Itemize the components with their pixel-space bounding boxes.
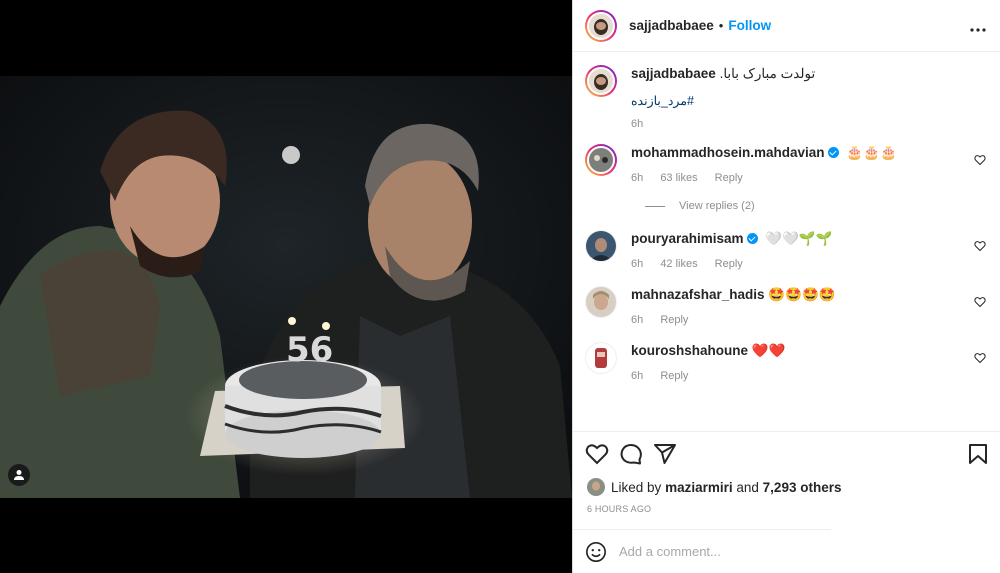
comment-avatar[interactable] bbox=[585, 144, 617, 176]
comment-text: 🤩🤩🤩🤩 bbox=[768, 287, 836, 302]
caption-hashtag[interactable]: #مرد_بازنده bbox=[631, 93, 815, 108]
comment-avatar[interactable] bbox=[585, 286, 617, 318]
author-username[interactable]: sajjadbabaee bbox=[629, 18, 714, 33]
caption-username[interactable]: sajjadbabaee bbox=[631, 66, 716, 81]
comment-text: 🎂🎂🎂 bbox=[846, 145, 897, 160]
post-photo-image: 56 bbox=[0, 76, 572, 498]
comment-meta: 6h 42 likes Reply bbox=[631, 258, 833, 270]
instagram-post-view: 56 sajjadbabaee • Follow sajjadbabaee تو… bbox=[0, 0, 1000, 573]
author-avatar[interactable] bbox=[585, 9, 617, 42]
comment-username[interactable]: pouryarahimisam bbox=[631, 231, 744, 246]
view-replies-button[interactable]: View replies (2) bbox=[645, 200, 986, 212]
user-tag-button[interactable] bbox=[8, 464, 30, 486]
post-timestamp[interactable]: 6 HOURS AGO bbox=[587, 504, 651, 514]
add-comment-input[interactable] bbox=[619, 544, 819, 559]
comment-text: 🤍🤍🌱🌱 bbox=[765, 231, 833, 246]
likes-others-link[interactable]: 7,293 others bbox=[763, 480, 842, 495]
comment-likes[interactable]: 63 likes bbox=[660, 172, 697, 184]
comment-item: mahnazafshar_hadis 🤩🤩🤩🤩 6h Reply bbox=[585, 286, 986, 326]
comment-avatar-image bbox=[586, 343, 616, 373]
comment-like-heart-icon[interactable] bbox=[974, 240, 986, 252]
comment-time: 6h bbox=[631, 314, 644, 326]
comment-text: ❤️❤️ bbox=[751, 343, 786, 358]
caption-avatar-image bbox=[589, 69, 613, 93]
comment-username[interactable]: mohammadhosein.mahdavian bbox=[631, 145, 825, 160]
comment-reply-button[interactable]: Reply bbox=[660, 314, 688, 326]
liker-avatar[interactable] bbox=[587, 478, 605, 496]
post-photo[interactable]: 56 bbox=[0, 76, 572, 498]
caption-meta: 6h bbox=[631, 118, 815, 130]
comment-avatar[interactable] bbox=[585, 342, 617, 374]
verified-icon bbox=[827, 147, 839, 158]
verified-icon bbox=[746, 233, 758, 244]
comment-meta: 6h Reply bbox=[631, 370, 785, 382]
comment-avatar[interactable] bbox=[585, 230, 617, 262]
likes-user-link[interactable]: maziarmiri bbox=[665, 480, 733, 495]
post-media: 56 bbox=[0, 0, 572, 573]
comment-item: pouryarahimisam 🤍🤍🌱🌱 6h 42 likes Reply bbox=[585, 230, 986, 270]
likes-middle: and bbox=[736, 479, 759, 495]
comment-likes[interactable]: 42 likes bbox=[660, 258, 697, 270]
comment-time: 6h bbox=[631, 370, 644, 382]
post-header: sajjadbabaee • Follow bbox=[573, 0, 1000, 52]
view-replies-line bbox=[645, 205, 665, 207]
comment-avatar-image bbox=[586, 231, 616, 261]
comment-item: kouroshshahoune ❤️❤️ 6h Reply bbox=[585, 342, 986, 382]
share-icon[interactable] bbox=[653, 442, 677, 466]
comment-avatar-image bbox=[586, 287, 616, 317]
add-comment-bar bbox=[573, 529, 831, 573]
caption-text-line: sajjadbabaee تولدت مبارک بابا. bbox=[631, 65, 815, 83]
comments-list[interactable]: sajjadbabaee تولدت مبارک بابا. #مرد_بازن… bbox=[573, 53, 1000, 431]
author-avatar-image bbox=[589, 13, 613, 38]
caption-avatar[interactable] bbox=[585, 65, 617, 97]
likes-summary: Liked by maziarmiri and 7,293 others bbox=[587, 478, 841, 496]
comment-reply-button[interactable]: Reply bbox=[715, 258, 743, 270]
comment-time: 6h bbox=[631, 172, 644, 184]
more-icon bbox=[970, 28, 986, 32]
header-separator: • bbox=[718, 18, 724, 33]
caption-text: تولدت مبارک بابا. bbox=[719, 66, 816, 81]
comment-like-heart-icon[interactable] bbox=[974, 352, 986, 364]
comment-username[interactable]: mahnazafshar_hadis bbox=[631, 287, 765, 302]
comment-icon[interactable] bbox=[619, 442, 643, 466]
bookmark-icon[interactable] bbox=[968, 443, 988, 465]
comment-reply-button[interactable]: Reply bbox=[715, 172, 743, 184]
heart-icon[interactable] bbox=[585, 442, 609, 466]
post-side-panel: sajjadbabaee • Follow sajjadbabaee تولدت… bbox=[572, 0, 1000, 573]
comment-username[interactable]: kouroshshahoune bbox=[631, 343, 748, 358]
comment-meta: 6h 63 likes Reply bbox=[631, 172, 897, 184]
follow-button[interactable]: Follow bbox=[728, 18, 771, 33]
post-actions-bar bbox=[573, 431, 1000, 476]
comment-reply-button[interactable]: Reply bbox=[660, 370, 688, 382]
emoji-icon[interactable] bbox=[585, 541, 607, 563]
comment-meta: 6h Reply bbox=[631, 314, 836, 326]
comment-item: mohammadhosein.mahdavian 🎂🎂🎂 6h 63 likes… bbox=[585, 144, 986, 184]
caption: sajjadbabaee تولدت مبارک بابا. #مرد_بازن… bbox=[585, 65, 986, 130]
comment-like-heart-icon[interactable] bbox=[974, 154, 986, 166]
view-replies-label: View replies (2) bbox=[679, 200, 755, 212]
likes-prefix: Liked by bbox=[611, 479, 662, 495]
svg-text:56: 56 bbox=[286, 330, 333, 370]
caption-time: 6h bbox=[631, 118, 644, 130]
user-tag-icon bbox=[14, 470, 24, 480]
comment-like-heart-icon[interactable] bbox=[974, 296, 986, 308]
comment-time: 6h bbox=[631, 258, 644, 270]
comment-avatar-image bbox=[589, 148, 613, 172]
liker-avatar-image bbox=[587, 478, 605, 496]
more-options-button[interactable] bbox=[970, 16, 986, 37]
